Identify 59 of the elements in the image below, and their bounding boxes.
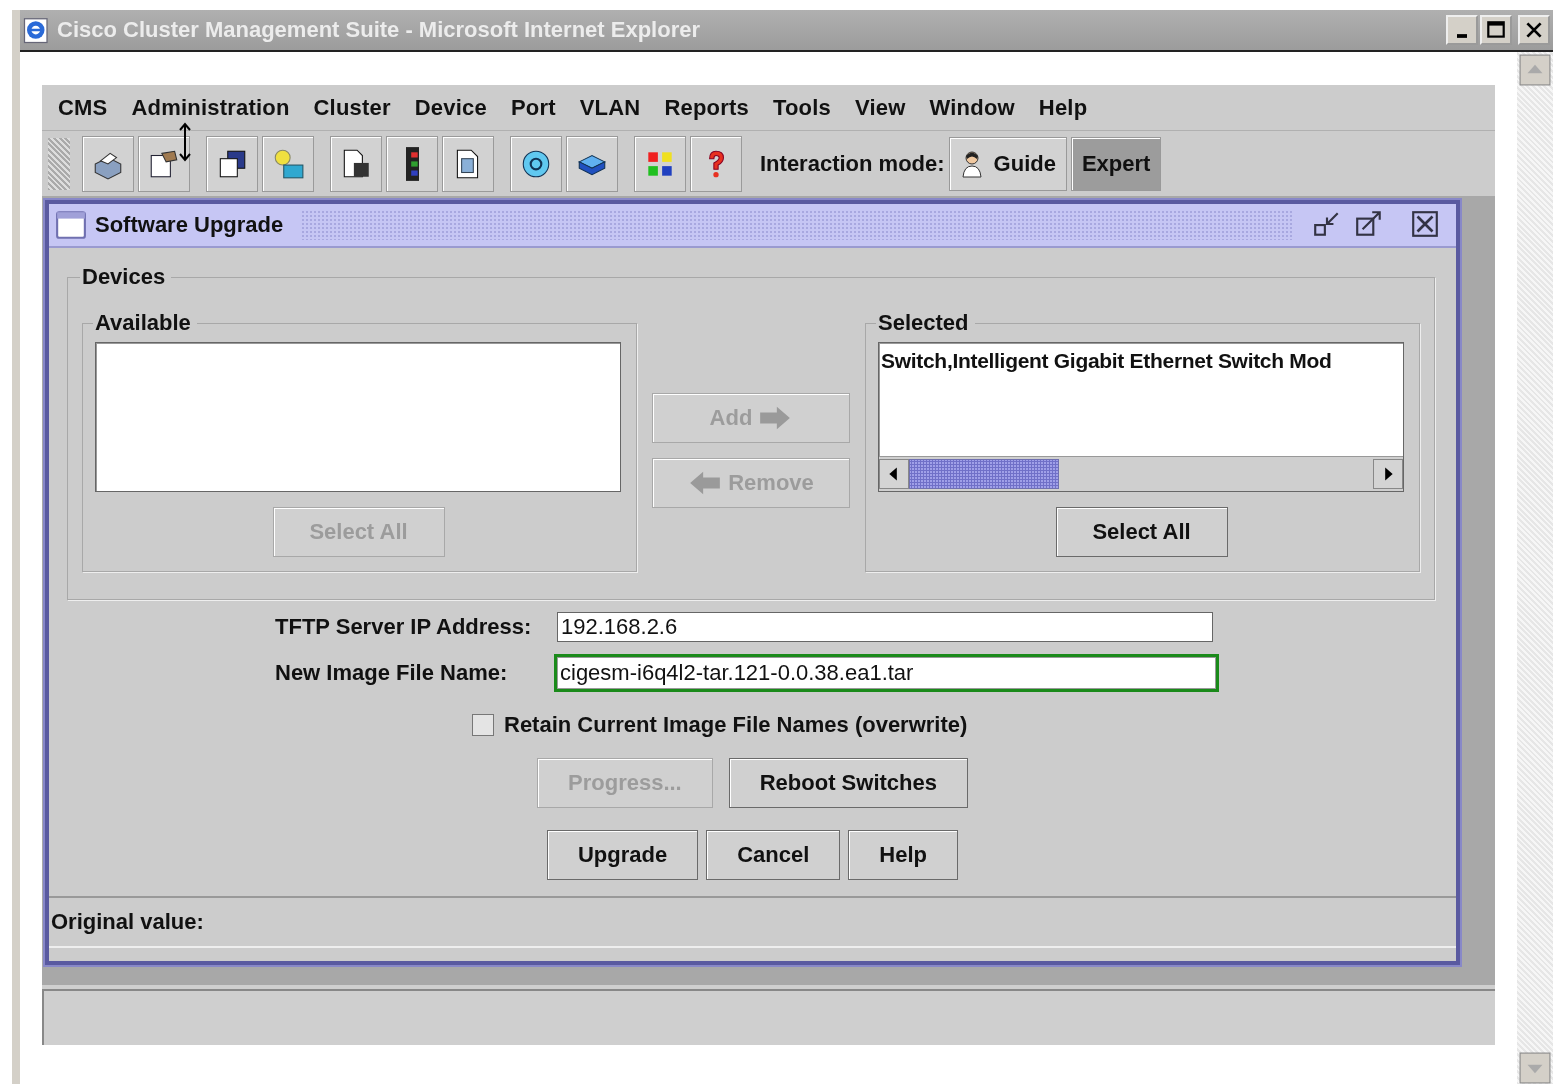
list-item[interactable]: Switch,Intelligent Gigabit Ethernet Switch Mod [881, 349, 1403, 373]
horizontal-scrollbar[interactable] [879, 456, 1403, 491]
group-title: Devices [81, 264, 167, 290]
toolbar-button[interactable] [138, 135, 190, 192]
interaction-mode-label: Interaction mode: [760, 150, 945, 177]
checkbox[interactable] [472, 714, 494, 736]
toolbar-button[interactable] [206, 135, 258, 192]
mode-toggle[interactable]: Expert [1070, 136, 1162, 191]
group-title: Available [94, 310, 192, 336]
checkbox-label: Retain Current Image File Names (overwrite) [504, 712, 968, 738]
menu-item[interactable]: CMS [46, 94, 120, 121]
minimize-icon [1457, 34, 1467, 38]
menu-item[interactable]: VLAN [567, 94, 653, 121]
toolbar-button[interactable] [386, 135, 438, 192]
menu-item[interactable]: Cluster [301, 94, 403, 121]
maximize-button[interactable] [1480, 15, 1512, 45]
vertical-scrollbar[interactable] [1517, 52, 1553, 1084]
toolbar-button[interactable] [566, 135, 618, 192]
group-title: Selected [877, 310, 970, 336]
window-icon [55, 209, 87, 241]
dialog-button[interactable]: Upgrade [546, 830, 699, 880]
menu-item[interactable]: Window [917, 94, 1027, 121]
mode-toggle[interactable]: Guide [948, 136, 1067, 191]
reboot-button[interactable]: Reboot Switches [728, 758, 968, 808]
close-icon [1410, 209, 1440, 239]
menu-item[interactable]: Tools [760, 94, 843, 121]
menu-item[interactable]: Port [498, 94, 568, 121]
input-field[interactable]: 192.168.2.6 [557, 612, 1213, 642]
field-label: TFTP Server IP Address: [275, 614, 533, 640]
menu-item[interactable]: Administration [119, 94, 302, 121]
toolbar-button[interactable] [634, 135, 686, 192]
select-all-button[interactable]: Select All [1055, 507, 1228, 557]
left-arrow-icon [688, 470, 723, 496]
menu-item[interactable]: Reports [652, 94, 761, 121]
minimize-button[interactable] [1446, 15, 1478, 45]
close-button[interactable] [1518, 15, 1550, 45]
toolbar-button[interactable] [442, 135, 494, 192]
toolbar-grip[interactable] [48, 137, 70, 190]
selected-list[interactable]: Switch,Intelligent Gigabit Ethernet Switch Mod [878, 342, 1404, 492]
person-icon [959, 149, 984, 178]
toolbar-button[interactable] [330, 135, 382, 192]
toolbar-button[interactable] [690, 135, 742, 192]
maximize-icon [1485, 19, 1507, 41]
field-label: New Image File Name: [275, 660, 509, 686]
menu-item[interactable]: View [842, 94, 918, 121]
maximize-icon [1354, 209, 1384, 239]
menu-item[interactable]: Help [1026, 94, 1100, 121]
tree-icon [405, 146, 419, 181]
dialog-title: Software Upgrade [95, 212, 284, 238]
toolbar-button[interactable] [510, 135, 562, 192]
dialog-button[interactable]: Help [848, 830, 959, 880]
input-field[interactable]: cigesm-i6q4l2-tar.121-0.0.38.ea1.tar [554, 654, 1219, 692]
available-list[interactable] [95, 342, 621, 492]
menu-item[interactable]: Device [402, 94, 499, 121]
status-text: Original value: [51, 909, 204, 935]
window-title: Cisco Cluster Management Suite - Microsoft Internet Explorer [57, 17, 700, 43]
resize-cursor-icon [178, 122, 192, 162]
toolbar-button[interactable] [82, 135, 134, 192]
dialog-button[interactable]: Cancel [706, 830, 841, 880]
